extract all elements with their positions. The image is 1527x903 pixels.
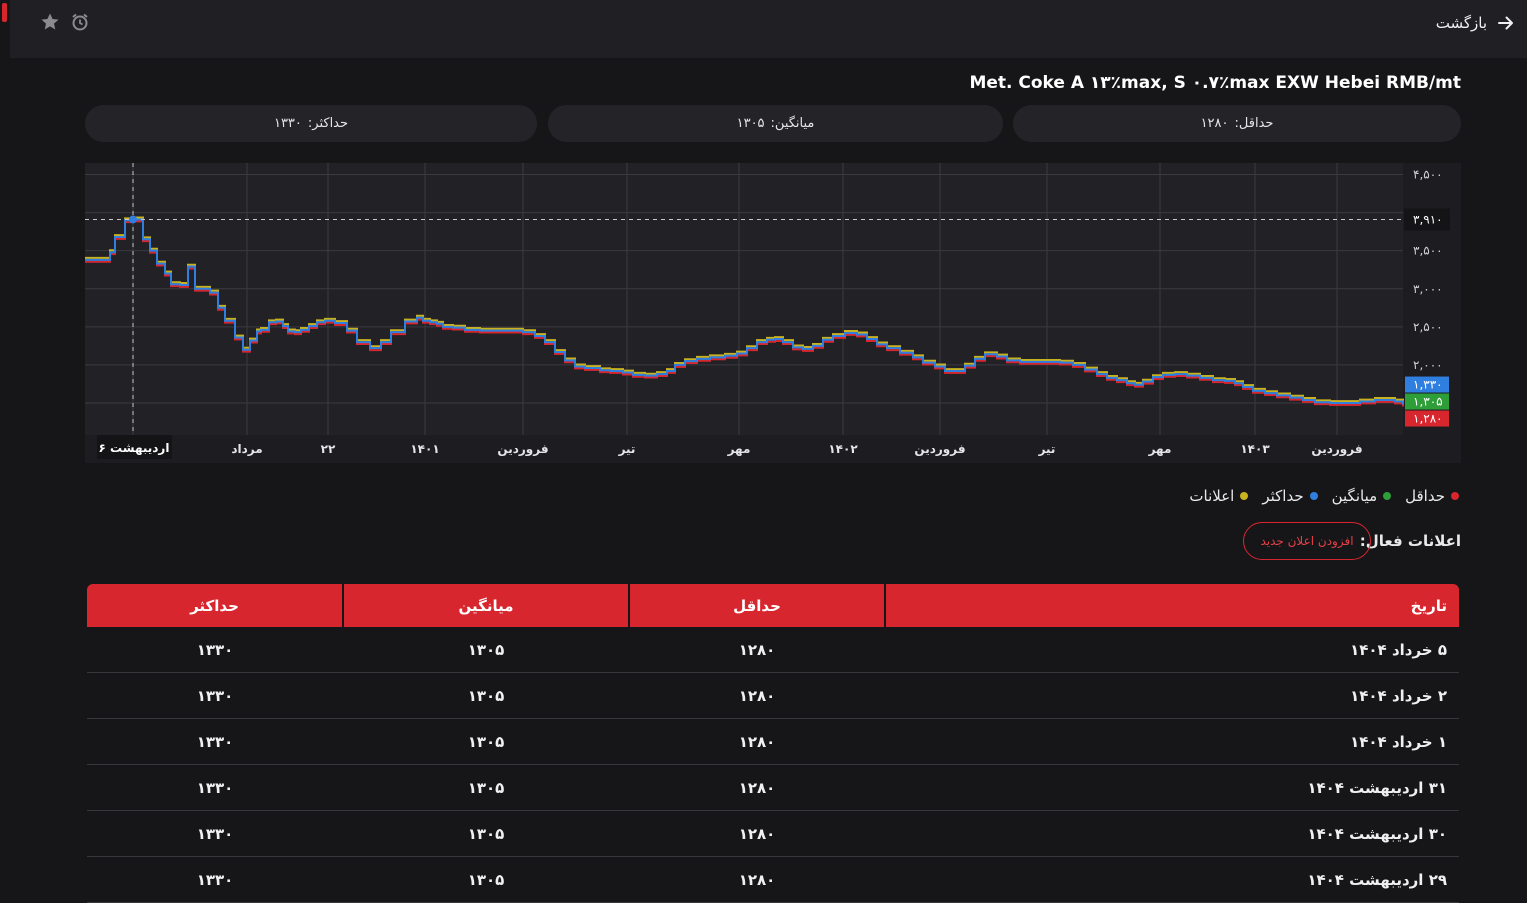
plot-area[interactable]: [85, 163, 1403, 435]
cell-min: ۱۲۸۰: [629, 672, 885, 719]
x-tick-label: تیر: [618, 442, 636, 456]
cell-avg: ۱۳۰۵: [343, 810, 629, 857]
arrow-right-icon: [1498, 16, 1513, 30]
x-tick-label: مهر: [1148, 442, 1172, 456]
stat-min-value: ۱۲۸۰: [1200, 116, 1229, 131]
legend-item-alerts[interactable]: اعلانات: [1189, 487, 1249, 505]
chart-legend: حداقل میانگین حداکثر اعلانات: [1189, 487, 1459, 505]
cell-avg: ۱۳۰۵: [343, 856, 629, 903]
last-value-label-min: ۱,۲۸۰: [1413, 412, 1443, 426]
stat-avg-value: ۱۳۰۵: [736, 116, 765, 131]
table-row: ۲۹ اردیبهشت ۱۴۰۴ ۱۲۸۰ ۱۳۰۵ ۱۳۳۰: [87, 856, 1459, 903]
table-header-row: تاریخ حداقل میانگین حداکثر: [87, 584, 1459, 627]
back-button[interactable]: بازگشت: [1436, 10, 1515, 36]
last-value-label-avg: ۱,۳۰۵: [1413, 395, 1443, 409]
cell-date: ۳۰ اردیبهشت ۱۴۰۴: [885, 810, 1459, 857]
cell-avg: ۱۳۰۵: [343, 718, 629, 765]
cell-avg: ۱۳۰۵: [343, 764, 629, 811]
crosshair-y-label: ۳,۹۱۰: [1413, 212, 1443, 226]
x-tick-label: فروردین: [1311, 442, 1362, 457]
alarm-icon[interactable]: [70, 12, 90, 36]
cell-min: ۱۲۸۰: [629, 627, 885, 673]
table-row: ۱ خرداد ۱۴۰۴ ۱۲۸۰ ۱۳۰۵ ۱۳۳۰: [87, 718, 1459, 765]
top-icons: [40, 12, 90, 36]
legend-dot-max: [1309, 492, 1318, 500]
x-tick-label: فروردین: [914, 442, 965, 457]
x-tick-label: ۲۲: [321, 442, 336, 456]
star-icon[interactable]: [40, 12, 60, 36]
cell-min: ۱۲۸۰: [629, 856, 885, 903]
legend-item-min[interactable]: حداقل: [1405, 487, 1459, 505]
cell-date: ۵ خرداد ۱۴۰۴: [885, 627, 1459, 673]
table-row: ۳۱ اردیبهشت ۱۴۰۴ ۱۲۸۰ ۱۳۰۵ ۱۳۳۰: [87, 764, 1459, 811]
header-avg[interactable]: میانگین: [342, 584, 629, 627]
x-tick-label: ۱۴۰۱: [410, 442, 439, 456]
y-tick-label: ۲,۰۰۰: [1413, 358, 1443, 372]
legend-dot-alerts: [1240, 492, 1249, 500]
legend-label-max: حداکثر: [1262, 487, 1304, 505]
add-alert-button[interactable]: افزودن اعلان جدید: [1243, 522, 1371, 560]
x-tick-label: مهر: [727, 442, 751, 456]
legend-item-max[interactable]: حداکثر: [1262, 487, 1318, 505]
cell-min: ۱۲۸۰: [629, 810, 885, 857]
stat-avg-label: میانگین:: [770, 116, 815, 131]
crosshair-point: [129, 215, 137, 224]
cell-date: ۱ خرداد ۱۴۰۴: [885, 718, 1459, 765]
header-min[interactable]: حداقل: [628, 584, 885, 627]
cell-max: ۱۳۳۰: [87, 856, 343, 903]
cell-avg: ۱۳۰۵: [343, 672, 629, 719]
cell-date: ۲۹ اردیبهشت ۱۴۰۴: [885, 856, 1459, 903]
stat-max-label: حداکثر:: [307, 116, 349, 131]
header-max[interactable]: حداکثر: [87, 584, 343, 627]
cell-min: ۱۲۸۰: [629, 718, 885, 765]
price-table: تاریخ حداقل میانگین حداکثر ۵ خرداد ۱۴۰۴ …: [87, 584, 1459, 903]
active-alerts-label: اعلانات فعال:: [1359, 532, 1461, 550]
page-title: Met. Coke A ۱۳٪max, S ۰.۷٪max EXW Hebei …: [969, 73, 1461, 93]
cell-max: ۱۳۳۰: [87, 764, 343, 811]
stat-min: حداقل: ۱۲۸۰: [1013, 105, 1461, 142]
stat-max-value: ۱۳۳۰: [273, 116, 302, 131]
cell-date: ۲ خرداد ۱۴۰۴: [885, 672, 1459, 719]
legend-label-avg: میانگین: [1331, 487, 1378, 505]
cell-max: ۱۳۳۰: [87, 810, 343, 857]
stat-min-label: حداقل:: [1234, 116, 1274, 131]
last-value-label-max: ۱,۳۳۰: [1413, 378, 1443, 392]
x-tick-label: ۱۴۰۲: [828, 442, 858, 456]
x-tick-label: تیر: [1038, 442, 1056, 456]
legend-label-alerts: اعلانات: [1189, 487, 1235, 505]
header-date[interactable]: تاریخ: [884, 584, 1459, 627]
cell-avg: ۱۳۰۵: [343, 627, 629, 673]
top-bar: بازگشت: [10, 0, 1527, 58]
stat-avg: میانگین: ۱۳۰۵: [548, 105, 1003, 142]
legend-dot-min: [1451, 492, 1459, 500]
y-tick-label: ۳,۰۰۰: [1413, 282, 1443, 296]
price-chart[interactable]: ۴,۵۰۰ ۳,۵۰۰ ۳,۰۰۰ ۲,۵۰۰ ۲,۰۰۰ مرداد ۲۲ ۱۴۰۱ فرور…: [85, 163, 1461, 463]
back-label: بازگشت: [1435, 14, 1487, 32]
legend-label-min: حداقل: [1405, 487, 1445, 505]
table-row: ۵ خرداد ۱۴۰۴ ۱۲۸۰ ۱۳۰۵ ۱۳۳۰: [87, 627, 1459, 673]
cell-date: ۳۱ اردیبهشت ۱۴۰۴: [885, 764, 1459, 811]
cell-max: ۱۳۳۰: [87, 627, 343, 673]
legend-item-avg[interactable]: میانگین: [1332, 487, 1392, 505]
x-tick-label: ۱۴۰۳: [1240, 442, 1270, 456]
cell-max: ۱۳۳۰: [87, 672, 343, 719]
y-tick-label: ۲,۵۰۰: [1413, 320, 1443, 334]
table-row: ۳۰ اردیبهشت ۱۴۰۴ ۱۲۸۰ ۱۳۰۵ ۱۳۳۰: [87, 810, 1459, 857]
crosshair-x-label: اردیبهشت ۶: [99, 441, 170, 455]
table-row: ۲ خرداد ۱۴۰۴ ۱۲۸۰ ۱۳۰۵ ۱۳۳۰: [87, 672, 1459, 719]
active-indicator: [2, 3, 7, 22]
x-tick-label: فروردین: [497, 442, 548, 457]
price-chart-svg[interactable]: ۴,۵۰۰ ۳,۵۰۰ ۳,۰۰۰ ۲,۵۰۰ ۲,۰۰۰ مرداد ۲۲ ۱۴۰۱ فرور…: [85, 163, 1461, 463]
cell-max: ۱۳۳۰: [87, 718, 343, 765]
y-tick-label: ۴,۵۰۰: [1413, 168, 1443, 182]
legend-dot-avg: [1383, 492, 1392, 500]
y-tick-label: ۳,۵۰۰: [1413, 244, 1443, 258]
stat-max: حداکثر: ۱۳۳۰: [85, 105, 537, 142]
x-tick-label: مرداد: [231, 442, 262, 456]
cell-min: ۱۲۸۰: [629, 764, 885, 811]
